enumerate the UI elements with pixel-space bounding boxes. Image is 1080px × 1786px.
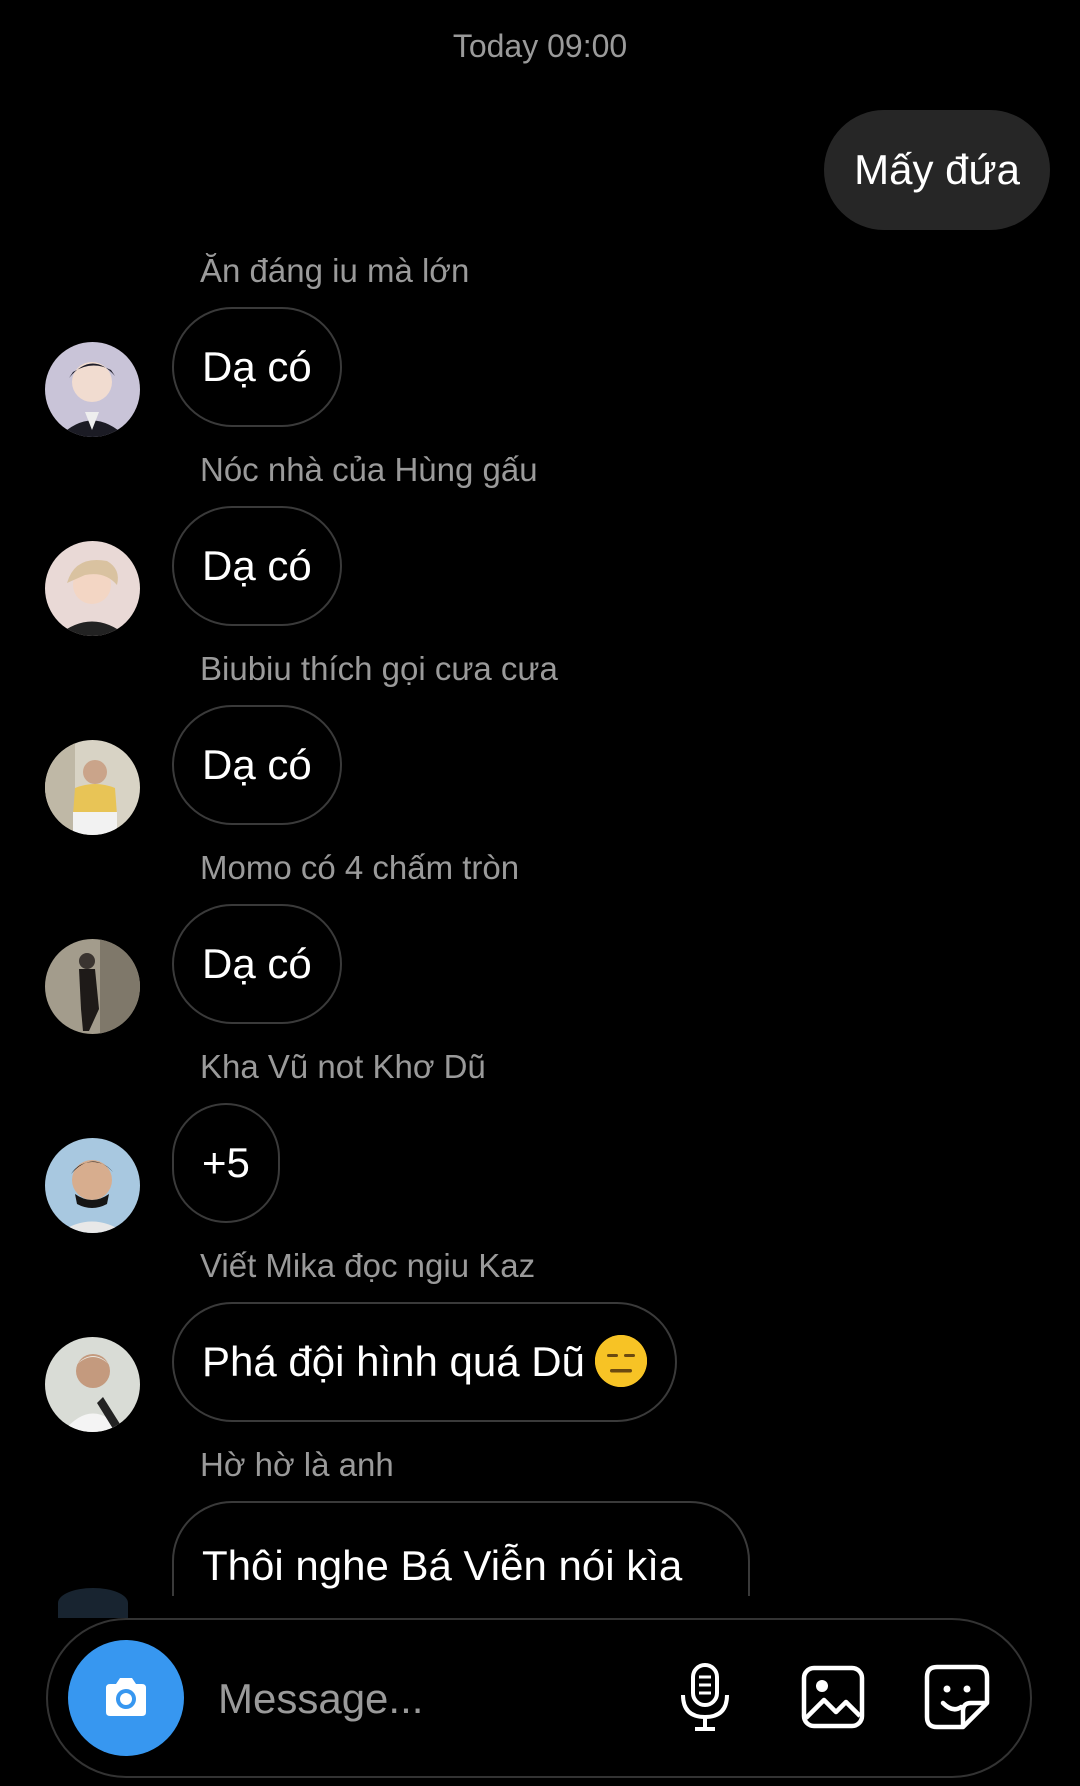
avatar[interactable] — [45, 1138, 140, 1233]
sender-name: Momo có 4 chấm tròn — [200, 849, 520, 886]
avatar[interactable] — [45, 541, 140, 636]
message-input[interactable] — [216, 1660, 640, 1738]
message-bubble[interactable]: Dạ có — [172, 904, 342, 1024]
avatar[interactable] — [45, 342, 140, 437]
microphone-icon — [681, 1663, 729, 1731]
sender-name: Kha Vũ not Khơ Dũ — [200, 1048, 486, 1085]
gallery-icon — [801, 1665, 865, 1729]
avatar[interactable] — [45, 1337, 140, 1432]
sender-name: Hờ hờ là anh — [200, 1446, 394, 1483]
avatar[interactable] — [45, 939, 140, 1034]
message-bubble[interactable]: Dạ có — [172, 705, 342, 825]
message-text: Phá đội hình quá Dũ — [202, 1338, 585, 1385]
avatar[interactable] — [45, 740, 140, 835]
message-bubble[interactable]: +5 — [172, 1103, 280, 1223]
outgoing-message-bubble[interactable]: Mấy đứa — [824, 110, 1050, 230]
microphone-button[interactable] — [662, 1654, 748, 1740]
sticker-icon — [924, 1664, 990, 1730]
sender-name: Ăn đáng iu mà lớn — [200, 252, 470, 289]
camera-button[interactable] — [68, 1640, 184, 1756]
message-bubble[interactable]: Dạ có — [172, 506, 342, 626]
thread-timestamp: Today 09:00 — [452, 28, 628, 64]
message-composer — [46, 1618, 1032, 1778]
expressionless-face-icon — [594, 1334, 647, 1387]
message-bubble[interactable]: Thôi nghe Bá Viễn nói kìa — [172, 1501, 750, 1596]
message-bubble[interactable]: Dạ có — [172, 307, 342, 427]
message-bubble[interactable]: Phá đội hình quá Dũ — [172, 1302, 677, 1422]
sender-name: Biubiu thích gọi cưa cưa — [200, 650, 558, 687]
avatar[interactable] — [58, 1588, 128, 1618]
camera-icon — [106, 1678, 146, 1716]
sender-name: Viết Mika đọc ngiu Kaz — [200, 1247, 536, 1284]
gallery-button[interactable] — [790, 1654, 876, 1740]
sticker-button[interactable] — [914, 1654, 1000, 1740]
sender-name: Nóc nhà của Hùng gấu — [200, 451, 538, 488]
chat-thread: Today 09:00 Mấy đứa Ăn đáng iu mà lớn Dạ… — [0, 0, 1080, 1596]
